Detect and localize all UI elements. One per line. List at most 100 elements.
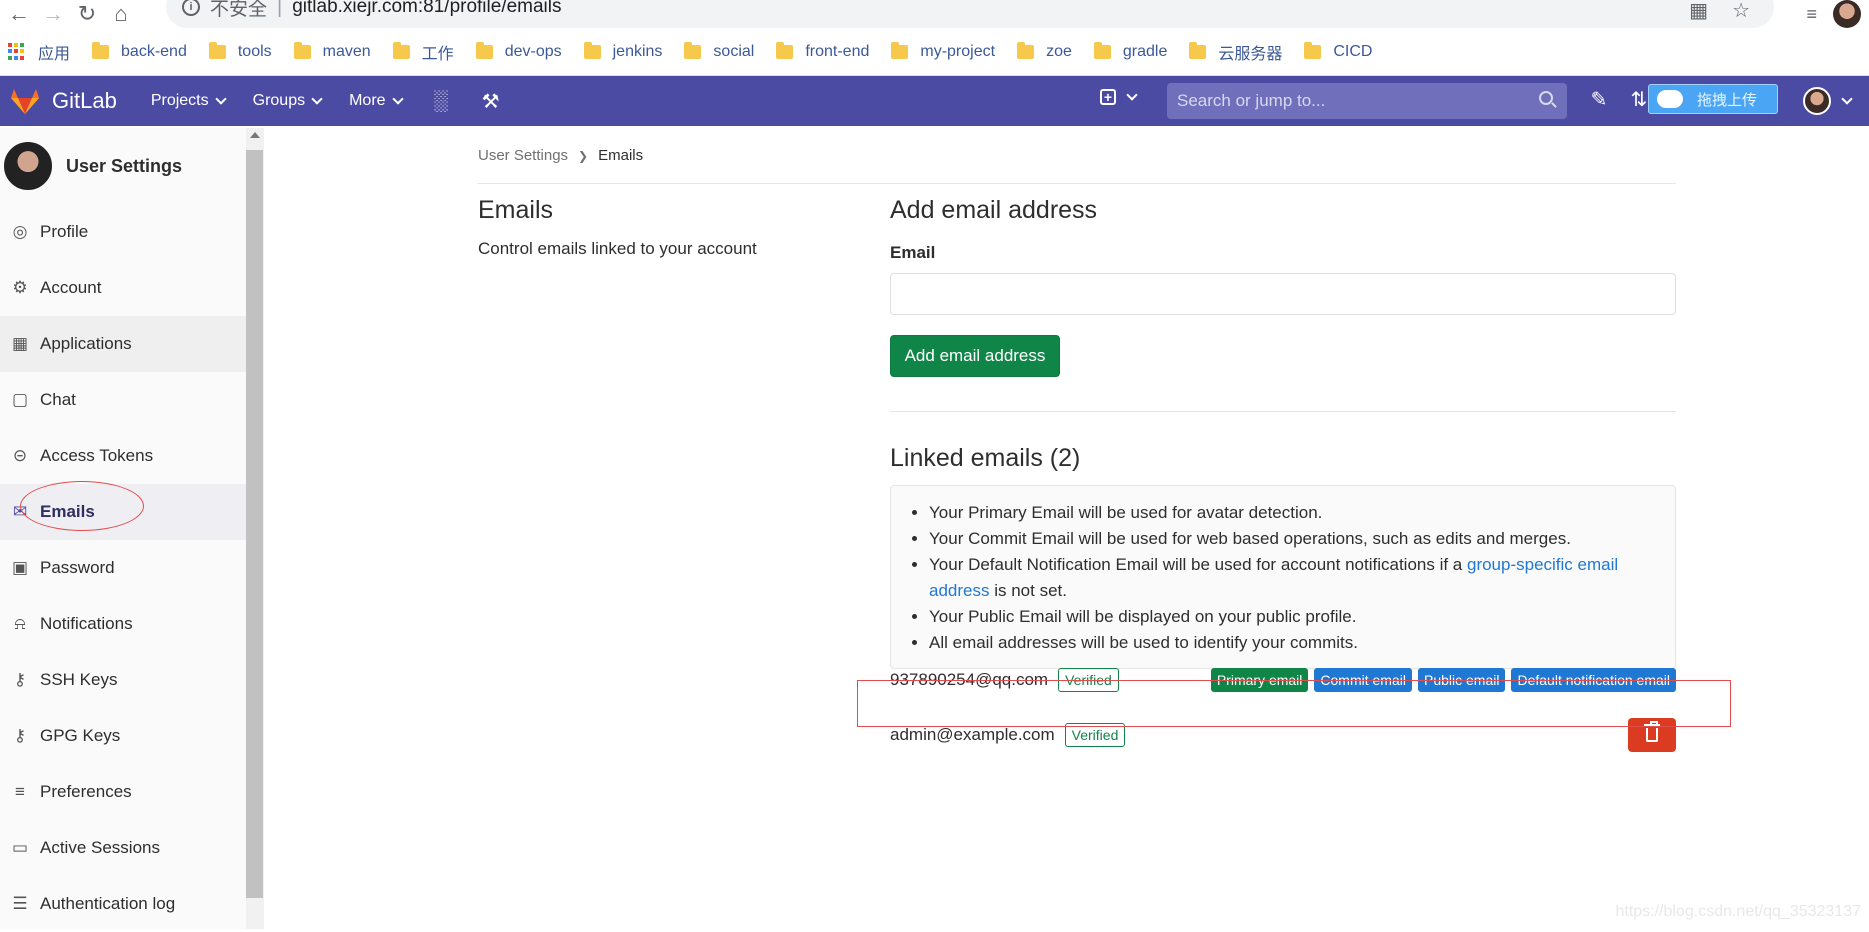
info-item: Your Public Email will be displayed on y…: [929, 604, 1655, 630]
page-description: Control emails linked to your account: [478, 239, 858, 259]
sidebar-item-label: Profile: [40, 222, 88, 242]
bookmark-item[interactable]: 云服务器: [1189, 40, 1282, 64]
bookmark-label: 工作: [422, 40, 454, 64]
page-title: Emails: [478, 196, 858, 225]
reload-icon[interactable]: ↻: [74, 1, 100, 27]
key-icon: ⚷: [10, 726, 30, 746]
reading-list-icon[interactable]: ≡: [1806, 4, 1817, 25]
sidebar-item-label: Authentication log: [40, 894, 175, 914]
watermark: https://blog.csdn.net/qq_35323137: [1615, 903, 1861, 921]
email-field[interactable]: [890, 273, 1676, 315]
sidebar-item-active-sessions[interactable]: ▭Active Sessions: [0, 820, 246, 876]
url-text[interactable]: gitlab.xiejr.com:81/profile/emails: [292, 0, 561, 18]
nav-projects-label: Projects: [151, 92, 209, 110]
email-label: Email: [890, 243, 1676, 263]
forward-icon[interactable]: →: [40, 1, 66, 27]
sidebar-item-profile[interactable]: ◎Profile: [0, 204, 246, 260]
bookmark-label: social: [713, 43, 754, 61]
sidebar-item-account[interactable]: ⚙Account: [0, 260, 246, 316]
sidebar-items: ◎Profile⚙Account▦Applications▢Chat⊝Acces…: [0, 204, 246, 932]
bookmark-label: 应用: [38, 40, 70, 64]
sidebar-item-access-tokens[interactable]: ⊝Access Tokens: [0, 428, 246, 484]
emails-form: Add email address Email Add email addres…: [890, 196, 1676, 669]
sidebar-item-authentication-log[interactable]: ☰Authentication log: [0, 876, 246, 932]
bookmark-label: dev-ops: [505, 43, 562, 61]
back-icon[interactable]: ←: [6, 1, 32, 27]
scroll-up-icon[interactable]: [250, 132, 260, 138]
folder-icon: [684, 45, 701, 59]
bookmark-item[interactable]: zoe: [1017, 43, 1072, 61]
bookmark-label: CICD: [1333, 43, 1372, 61]
chevron-down-icon: [1126, 89, 1137, 100]
todos-icon[interactable]: ✎: [1588, 88, 1610, 110]
sidebar-item-password[interactable]: ▣Password: [0, 540, 246, 596]
sidebar-item-gpg-keys[interactable]: ⚷ GPG Keys: [0, 708, 246, 764]
sidebar-item-applications[interactable]: ▦Applications: [0, 316, 246, 372]
email-info-box: Your Primary Email will be used for avat…: [890, 485, 1676, 669]
bookmark-item[interactable]: 应用: [8, 40, 70, 64]
gitlab-logo[interactable]: GitLab: [0, 87, 117, 115]
admin-wrench-icon[interactable]: ⚒: [480, 90, 502, 112]
search-input[interactable]: Search or jump to...: [1167, 83, 1567, 119]
activity-chart-icon[interactable]: ░: [430, 90, 452, 112]
translate-icon[interactable]: ▦: [1689, 0, 1708, 23]
add-email-title: Add email address: [890, 196, 1676, 225]
address-bar[interactable]: i 不安全 | gitlab.xiejr.com:81/profile/emai…: [166, 0, 1774, 28]
new-item-dropdown[interactable]: +: [1100, 89, 1136, 105]
linked-emails-title: Linked emails (2): [890, 444, 1676, 473]
bookmark-item[interactable]: maven: [294, 43, 371, 61]
bookmark-item[interactable]: social: [684, 43, 754, 61]
info-icon[interactable]: i: [182, 0, 200, 16]
settings-sidebar: User Settings ◎Profile⚙Account▦Applicati…: [0, 128, 246, 929]
bookmark-item[interactable]: CICD: [1304, 43, 1372, 61]
upload-label: 拖拽上传: [1697, 89, 1757, 110]
sidebar-item-notifications[interactable]: ⍾Notifications: [0, 596, 246, 652]
bookmark-item[interactable]: front-end: [776, 43, 869, 61]
folder-icon: [92, 45, 109, 59]
bookmark-item[interactable]: gradle: [1094, 43, 1167, 61]
add-email-button[interactable]: Add email address: [890, 335, 1060, 377]
merge-requests-icon[interactable]: ⇅: [1628, 88, 1650, 110]
cloud-icon: [1657, 90, 1683, 108]
nav-groups[interactable]: Groups: [253, 92, 321, 110]
sidebar-scroll-thumb[interactable]: [246, 150, 263, 898]
bookmark-label: gradle: [1123, 43, 1167, 61]
bookmark-item[interactable]: jenkins: [584, 43, 663, 61]
plus-icon: +: [1100, 89, 1116, 105]
folder-icon: [1189, 45, 1206, 59]
sidebar-header[interactable]: User Settings: [0, 128, 246, 204]
bookmark-item[interactable]: tools: [209, 43, 272, 61]
bookmark-label: 云服务器: [1218, 40, 1282, 64]
home-icon[interactable]: ⌂: [108, 1, 134, 27]
gitlab-header: GitLab Projects Groups More ░ ⚒ + Search…: [0, 76, 1869, 126]
sidebar-item-chat[interactable]: ▢Chat: [0, 372, 246, 428]
upload-widget[interactable]: 拖拽上传: [1648, 84, 1778, 114]
trash-icon: [1646, 728, 1658, 742]
sidebar-item-preferences[interactable]: ≡Preferences: [0, 764, 246, 820]
chevron-down-icon: [311, 93, 322, 104]
separator: |: [277, 0, 282, 19]
bookmark-item[interactable]: back-end: [92, 43, 187, 61]
sidebar-item-ssh-keys[interactable]: ⚷SSH Keys: [0, 652, 246, 708]
breadcrumb: User Settings ❯ Emails: [478, 128, 1676, 184]
nav-projects[interactable]: Projects: [151, 92, 225, 110]
sidebar-item-label: GPG Keys: [40, 726, 120, 746]
browser-profile-avatar[interactable]: [1833, 0, 1861, 28]
star-icon[interactable]: ☆: [1732, 0, 1750, 23]
sidebar-item-label: SSH Keys: [40, 670, 117, 690]
folder-icon: [476, 45, 493, 59]
sidebar-item-label: Access Tokens: [40, 446, 153, 466]
bookmark-item[interactable]: dev-ops: [476, 43, 562, 61]
bookmarks-bar: 应用 back-end tools maven 工作 dev-ops jenkins soci…: [0, 28, 1869, 76]
nav-more[interactable]: More: [349, 92, 401, 110]
sidebar-item-label: Chat: [40, 390, 76, 410]
bookmark-label: maven: [323, 43, 371, 61]
search-icon: [1539, 91, 1553, 105]
browser-toolbar: ← → ↻ ⌂ i 不安全 | gitlab.xiejr.com:81/prof…: [0, 0, 1869, 28]
bookmark-label: jenkins: [613, 43, 663, 61]
bookmark-item[interactable]: 工作: [393, 40, 454, 64]
breadcrumb-current[interactable]: Emails: [598, 147, 643, 164]
breadcrumb-parent[interactable]: User Settings: [478, 147, 568, 164]
user-menu[interactable]: [1803, 87, 1851, 115]
bookmark-item[interactable]: my-project: [891, 43, 995, 61]
